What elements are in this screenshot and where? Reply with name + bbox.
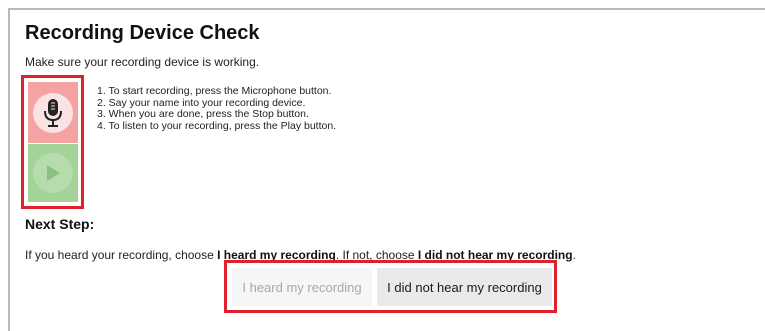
response-buttons-highlight: I heard my recording I did not hear my r… bbox=[224, 260, 557, 313]
page-subtitle: Make sure your recording device is worki… bbox=[25, 55, 260, 69]
recording-controls-highlight bbox=[21, 75, 84, 209]
instruction-item: 4. To listen to your recording, press th… bbox=[97, 119, 337, 132]
heard-recording-button[interactable]: I heard my recording bbox=[232, 268, 372, 306]
hint-suffix: . bbox=[572, 248, 576, 262]
instruction-item: 1. To start recording, press the Microph… bbox=[97, 85, 332, 97]
next-step-heading: Next Step: bbox=[25, 216, 95, 232]
play-icon bbox=[47, 165, 60, 181]
play-button-circle bbox=[33, 153, 73, 193]
microphone-icon bbox=[44, 98, 62, 127]
instructions-list: 1. To start recording, press the Microph… bbox=[97, 85, 337, 132]
did-not-hear-recording-button[interactable]: I did not hear my recording bbox=[377, 268, 552, 306]
instruction-item: 3. When you are done, press the Stop but… bbox=[97, 108, 309, 120]
microphone-button-circle bbox=[33, 92, 73, 133]
page-title: Recording Device Check bbox=[25, 22, 260, 44]
play-button[interactable] bbox=[28, 144, 78, 202]
hint-prefix: If you heard your recording, choose bbox=[25, 248, 218, 262]
microphone-button[interactable] bbox=[28, 82, 78, 143]
